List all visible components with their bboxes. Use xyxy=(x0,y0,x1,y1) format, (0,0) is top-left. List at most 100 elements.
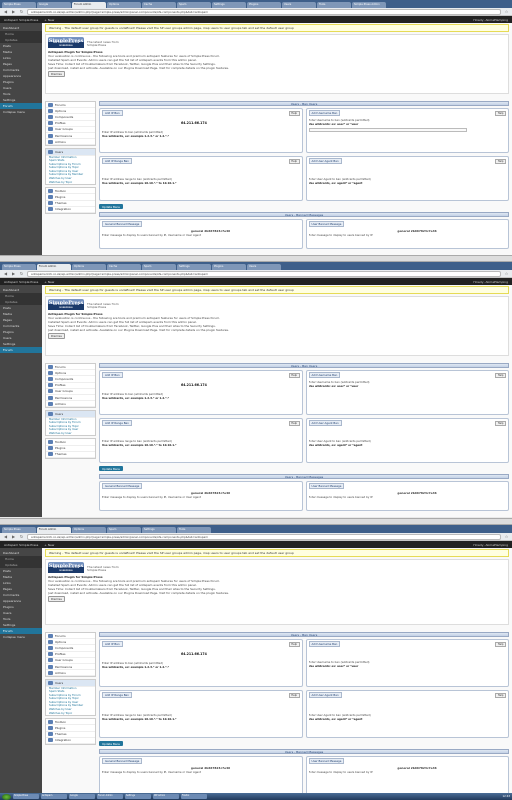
browser-tab[interactable]: Options xyxy=(72,527,106,533)
browser-tab[interactable]: Tools xyxy=(177,527,211,533)
sp-menu-integration[interactable]: Integration xyxy=(46,738,95,744)
help-button[interactable]: Help xyxy=(495,159,506,164)
browser-tab[interactable]: Settings xyxy=(177,264,211,270)
dismiss-button[interactable]: Dismiss xyxy=(48,71,65,77)
new-link[interactable]: + New xyxy=(44,280,54,284)
reload-icon[interactable]: ↻ xyxy=(19,9,24,14)
browser-tab[interactable]: Cache xyxy=(107,264,141,270)
message-value[interactable]: general 2b667823c7e46 xyxy=(397,491,506,495)
help-button[interactable]: Help xyxy=(495,693,506,698)
browser-tab[interactable]: Users xyxy=(247,264,281,270)
dismiss-button[interactable]: Dismiss xyxy=(48,596,65,602)
username-ban-input[interactable] xyxy=(308,128,467,133)
back-icon[interactable]: ◀ xyxy=(3,271,8,276)
forward-icon[interactable]: ▶ xyxy=(11,9,16,14)
reload-icon[interactable]: ↻ xyxy=(19,271,24,276)
help-button[interactable]: Help xyxy=(495,421,506,426)
browser-tab[interactable]: Options xyxy=(72,264,106,270)
reload-icon[interactable]: ↻ xyxy=(19,534,24,539)
browser-tab[interactable]: Settings xyxy=(212,2,246,8)
forward-icon[interactable]: ▶ xyxy=(11,534,16,539)
browser-tab[interactable]: Simple:Press Admin xyxy=(352,2,386,8)
browser-tab[interactable]: Plugins xyxy=(212,264,246,270)
star-icon[interactable]: ☆ xyxy=(504,271,509,276)
star-icon[interactable]: ☆ xyxy=(504,9,509,14)
browser-tab[interactable]: Users xyxy=(282,2,316,8)
sp-menu-themes[interactable]: Themes xyxy=(46,452,95,459)
browser-tab[interactable]: Google xyxy=(37,2,71,8)
start-button-icon[interactable] xyxy=(2,793,11,800)
help-button[interactable]: Help xyxy=(288,642,300,647)
back-icon[interactable]: ◀ xyxy=(3,534,8,539)
site-name-link[interactable]: Antispam Simple:Press xyxy=(4,543,38,547)
forward-icon[interactable]: ▶ xyxy=(11,271,16,276)
taskbar-item[interactable]: Firefox xyxy=(181,794,207,799)
howdy-user[interactable]: Howdy, AkmaPlamping xyxy=(473,543,508,547)
sp-menu-admins[interactable]: Admins xyxy=(46,139,95,146)
help-button[interactable]: Help xyxy=(288,693,300,698)
browser-tab[interactable]: Plugins xyxy=(247,2,281,8)
help-button[interactable]: Help xyxy=(495,111,506,116)
message-value[interactable]: general 2b667823c7e46 xyxy=(191,229,300,233)
howdy-user[interactable]: Howdy, AkmaPlamping xyxy=(473,18,508,22)
taskbar-item[interactable]: Settings xyxy=(125,794,151,799)
browser-tab-active[interactable]: Forum Admin xyxy=(37,527,71,533)
update-bans-button[interactable]: Update Bans xyxy=(99,741,123,746)
new-link[interactable]: + New xyxy=(44,18,54,22)
help-button[interactable]: Help xyxy=(288,111,300,116)
help-button[interactable]: Help xyxy=(288,159,300,164)
sp-menu-integration[interactable]: Integration xyxy=(46,207,95,213)
section-heading: Users - Banned Messages xyxy=(99,212,509,217)
taskbar-item[interactable]: Google xyxy=(69,794,95,799)
help-button[interactable]: Help xyxy=(495,373,506,378)
sp-submenu-item[interactable]: Watches by Topic xyxy=(46,180,95,185)
browser-tab[interactable]: Spam xyxy=(177,2,211,8)
browser-tab[interactable]: Simple:Press xyxy=(2,264,36,270)
dismiss-button[interactable]: Dismiss xyxy=(48,333,65,339)
ip-ban-value[interactable]: 64.211.66.174 xyxy=(181,383,300,387)
taskbar-item[interactable]: Forum Admin xyxy=(97,794,123,799)
sp-menu-admins[interactable]: Admins xyxy=(46,401,95,408)
message-value[interactable]: general 2b667823c7e46 xyxy=(397,766,506,770)
url-field[interactable]: antispamerinfo.co.za/wp-admin/admin.php?… xyxy=(27,533,501,540)
browser-tab[interactable]: Tools xyxy=(317,2,351,8)
box-example: Use wildcards, ex: example 1.2.3.* or 1.… xyxy=(102,133,170,138)
new-link[interactable]: + New xyxy=(44,543,54,547)
update-bans-button[interactable]: Update Bans xyxy=(99,466,123,471)
ip-ban-value[interactable]: 64.211.66.174 xyxy=(181,652,300,656)
message-value[interactable]: general 2b667823c7e46 xyxy=(397,229,506,233)
help-button[interactable]: Help xyxy=(288,421,300,426)
url-field[interactable]: antispamerinfo.co.za/wp-admin/admin.php?… xyxy=(27,8,501,15)
star-icon[interactable]: ☆ xyxy=(504,534,509,539)
message-value[interactable]: general 2b667823c7e46 xyxy=(191,766,300,770)
sp-submenu-item[interactable]: Watches by User xyxy=(46,431,95,436)
site-name-link[interactable]: Antispam Simple:Press xyxy=(4,280,38,284)
browser-tab[interactable]: Simple:Press xyxy=(2,527,36,533)
ip-ban-value[interactable]: 64.211.66.174 xyxy=(181,121,300,125)
help-button[interactable]: Help xyxy=(495,642,506,647)
browser-tab-active[interactable]: Forum Admin xyxy=(72,2,106,8)
browser-tab-active[interactable]: Forum Admin xyxy=(37,264,71,270)
browser-tab[interactable]: Spam xyxy=(107,527,141,533)
taskbar-item[interactable]: WP Admin xyxy=(153,794,179,799)
browser-tab[interactable]: Simple:Press xyxy=(2,2,36,8)
menu-forum[interactable]: Forum xyxy=(0,347,42,353)
browser-tab[interactable]: Options xyxy=(107,2,141,8)
browser-tab[interactable]: Settings xyxy=(142,527,176,533)
menu-collapse[interactable]: Collapse menu xyxy=(0,634,42,640)
update-bans-button[interactable]: Update Bans xyxy=(99,204,123,209)
back-icon[interactable]: ◀ xyxy=(3,9,8,14)
help-button[interactable]: Help xyxy=(288,373,300,378)
taskbar-item[interactable]: Antispam xyxy=(41,794,67,799)
permissions-icon xyxy=(48,395,53,400)
browser-tab[interactable]: Cache xyxy=(142,2,176,8)
howdy-user[interactable]: Howdy, AkmaPlamping xyxy=(473,280,508,284)
sp-menu-admins[interactable]: Admins xyxy=(46,670,95,677)
taskbar-item[interactable]: Simple:Press xyxy=(13,794,39,799)
browser-tab[interactable]: Spam xyxy=(142,264,176,270)
url-field[interactable]: antispamerinfo.co.za/wp-admin/admin.php?… xyxy=(27,270,501,277)
message-value[interactable]: general 2b667823c7e46 xyxy=(191,491,300,495)
menu-collapse[interactable]: Collapse menu xyxy=(0,109,42,115)
sp-submenu-item[interactable]: Watches by Topic xyxy=(46,711,95,716)
site-name-link[interactable]: Antispam Simple:Press xyxy=(4,18,38,22)
